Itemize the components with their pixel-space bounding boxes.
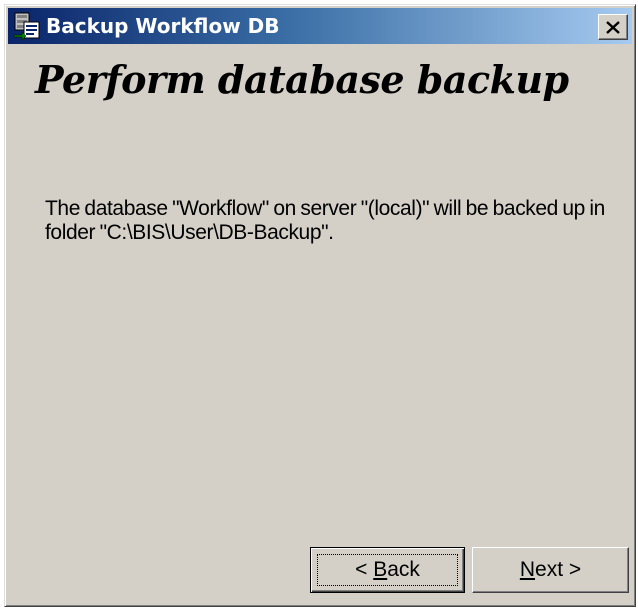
next-rest: ext >	[535, 558, 582, 581]
back-button[interactable]: < Back	[310, 547, 465, 593]
back-rest: ack	[387, 558, 420, 581]
backup-message: The database "Workflow" on server "(loca…	[45, 197, 605, 244]
back-mnemonic: B	[373, 558, 388, 581]
back-prefix: <	[355, 558, 374, 581]
page-heading: Perform database backup	[35, 57, 569, 102]
backup-dialog: Backup Workflow DB Perform database back…	[4, 4, 636, 607]
window-title: Backup Workflow DB	[46, 14, 280, 38]
close-icon	[606, 20, 620, 34]
next-mnemonic: N	[519, 558, 536, 581]
next-button[interactable]: Next >	[472, 547, 629, 593]
next-button-label: Next >	[520, 558, 581, 582]
close-button[interactable]	[598, 14, 628, 40]
database-backup-icon	[13, 12, 40, 41]
back-button-label: < Back	[355, 558, 420, 582]
title-bar[interactable]: Backup Workflow DB	[8, 8, 632, 44]
